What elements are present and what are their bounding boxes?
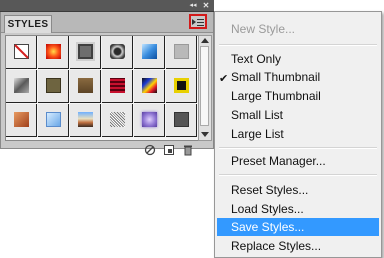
blue-glass-swatch bbox=[142, 44, 157, 59]
menu-item-text-only[interactable]: Text Only bbox=[217, 50, 379, 68]
dark-gray-swatch bbox=[174, 112, 189, 127]
delete-icon[interactable] bbox=[182, 144, 194, 156]
style-swatch-olive-bevel[interactable] bbox=[38, 70, 69, 103]
grid-scrollbar[interactable] bbox=[198, 35, 212, 141]
red-glow-swatch bbox=[46, 44, 61, 59]
style-swatch-light-gray[interactable] bbox=[166, 36, 197, 69]
style-swatch-red-glow[interactable] bbox=[38, 36, 69, 69]
style-swatch-sunset-gradient[interactable] bbox=[70, 104, 101, 137]
red-stripes-swatch bbox=[110, 78, 125, 93]
style-swatch-chrome-ring[interactable] bbox=[102, 36, 133, 69]
styles-thumbnail-grid bbox=[5, 35, 199, 141]
style-swatch-sky-blue[interactable] bbox=[38, 104, 69, 137]
close-icon[interactable]: ✕ bbox=[200, 1, 212, 10]
panel-menu-button[interactable] bbox=[189, 14, 207, 29]
style-swatch-blue-glass[interactable] bbox=[134, 36, 165, 69]
chrome-ring-swatch bbox=[110, 44, 125, 59]
menu-item-large-thumbnail[interactable]: Large Thumbnail bbox=[217, 87, 379, 105]
panel-title-bar: ◂◂ ✕ bbox=[0, 0, 214, 12]
panel-flyout-menu: New Style... Text Only ✔ Small Thumbnail… bbox=[214, 11, 382, 258]
menu-item-replace-styles[interactable]: Replace Styles... bbox=[217, 237, 379, 255]
menu-item-small-list[interactable]: Small List bbox=[217, 106, 379, 124]
menu-separator bbox=[219, 44, 377, 46]
menu-item-reset-styles[interactable]: Reset Styles... bbox=[217, 181, 379, 199]
panel-tab-bar: STYLES bbox=[1, 12, 213, 33]
no-style-icon bbox=[14, 44, 29, 59]
menu-item-small-thumbnail-label: Small Thumbnail bbox=[231, 70, 321, 84]
starburst-swatch bbox=[110, 112, 125, 127]
styles-panel: STYLES bbox=[0, 12, 214, 156]
style-swatch-starburst[interactable] bbox=[102, 104, 133, 137]
menu-item-new-style: New Style... bbox=[231, 22, 296, 36]
burnt-orange-swatch bbox=[14, 112, 29, 127]
menu-item-save-styles[interactable]: Save Styles... bbox=[217, 218, 379, 236]
yellow-frame-swatch bbox=[174, 78, 189, 93]
menu-item-load-styles[interactable]: Load Styles... bbox=[217, 200, 379, 218]
scroll-down-arrow-icon[interactable] bbox=[201, 132, 209, 137]
sky-blue-swatch bbox=[46, 112, 61, 127]
style-swatch-yellow-frame[interactable] bbox=[166, 70, 197, 103]
menu-item-preset-manager[interactable]: Preset Manager... bbox=[217, 152, 379, 170]
menu-item-large-list[interactable]: Large List bbox=[217, 125, 379, 143]
style-swatch-dark-gray[interactable] bbox=[166, 104, 197, 137]
olive-bevel-swatch bbox=[46, 78, 61, 93]
brushed-metal-swatch bbox=[14, 78, 29, 93]
sunset-gradient-swatch bbox=[78, 112, 93, 127]
checkmark-icon: ✔ bbox=[219, 73, 229, 85]
panel-menu-icon bbox=[192, 19, 196, 25]
rainbow-stripe-swatch bbox=[142, 78, 157, 93]
style-swatch-rainbow-stripe[interactable] bbox=[134, 70, 165, 103]
scroll-thumb[interactable] bbox=[200, 46, 209, 126]
new-style-icon[interactable] bbox=[163, 144, 175, 156]
light-gray-swatch bbox=[174, 44, 189, 59]
style-swatch-burnt-orange[interactable] bbox=[6, 104, 37, 137]
style-swatch-brown-wood[interactable] bbox=[70, 70, 101, 103]
scroll-up-arrow-icon[interactable] bbox=[201, 38, 209, 43]
style-swatch-brushed-metal[interactable] bbox=[6, 70, 37, 103]
collapse-panel-icon[interactable]: ◂◂ bbox=[187, 1, 199, 10]
menu-separator bbox=[219, 174, 377, 176]
gray-square-swatch bbox=[78, 44, 93, 59]
style-swatch-red-stripes[interactable] bbox=[102, 70, 133, 103]
clear-style-icon[interactable] bbox=[144, 144, 156, 156]
brown-wood-swatch bbox=[78, 78, 93, 93]
menu-separator bbox=[219, 147, 377, 149]
tab-styles[interactable]: STYLES bbox=[4, 15, 52, 33]
menu-item-small-thumbnail[interactable]: ✔ Small Thumbnail bbox=[217, 68, 379, 86]
purple-haze-swatch bbox=[142, 112, 157, 127]
style-swatch-gray-square[interactable] bbox=[70, 36, 101, 69]
style-swatch-purple-haze[interactable] bbox=[134, 104, 165, 137]
style-swatch-no-style[interactable] bbox=[6, 36, 37, 69]
